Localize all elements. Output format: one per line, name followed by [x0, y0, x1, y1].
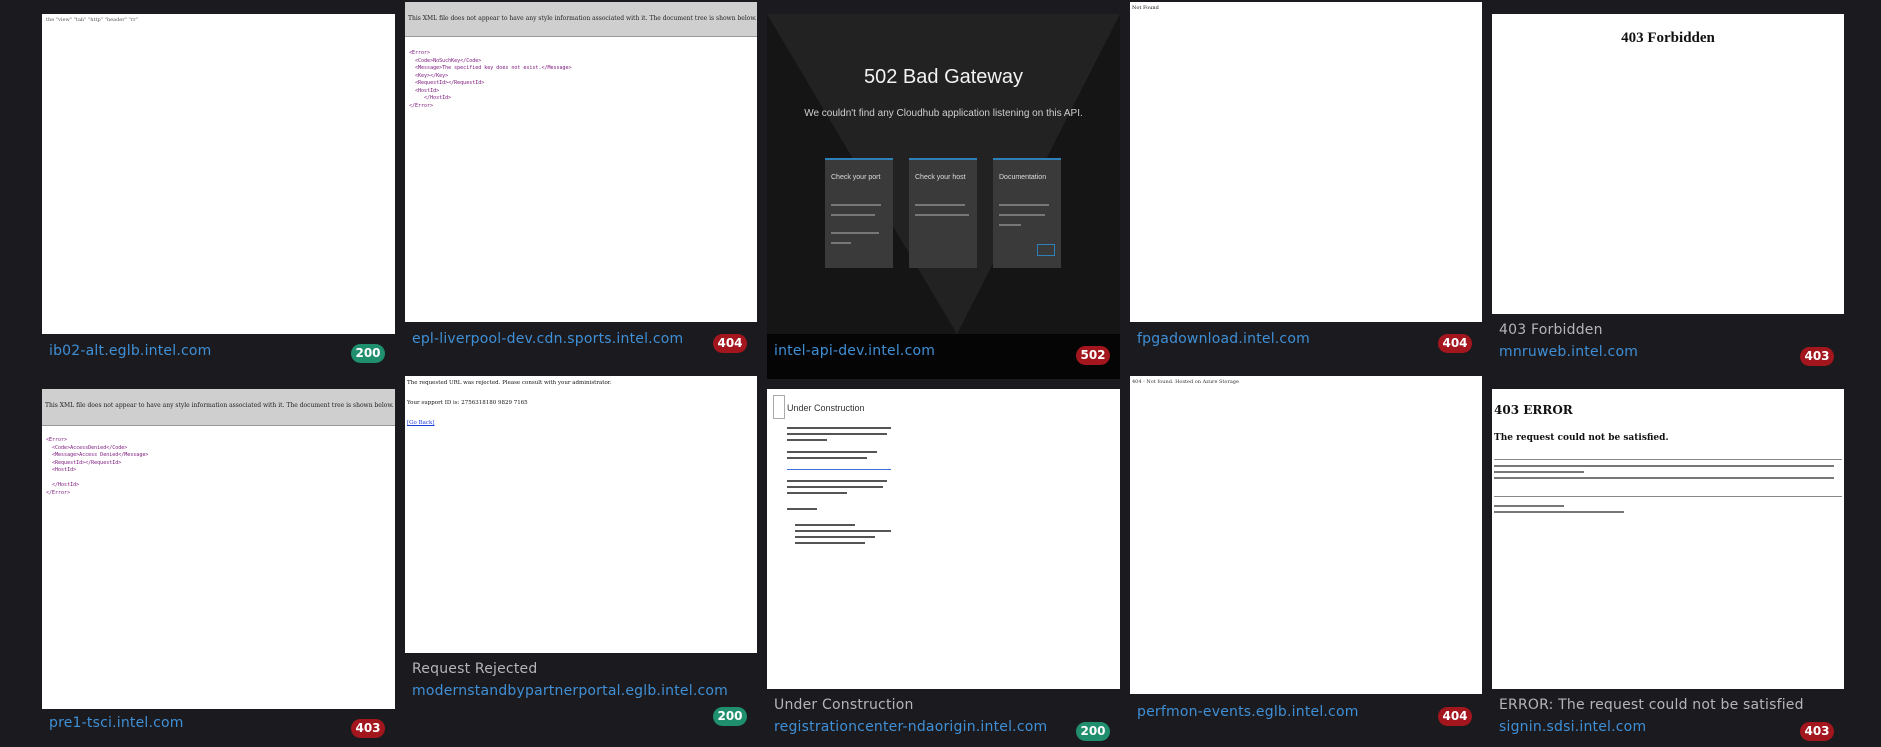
preview-lines — [787, 427, 891, 548]
status-badge: 404 — [1438, 707, 1472, 726]
preview-heading: Under Construction — [787, 403, 865, 413]
screenshot-thumbnail[interactable]: Under Construction — [767, 389, 1120, 689]
preview-text: the "view" "tab" "http" "header" "rr" — [46, 17, 138, 23]
screenshot-thumbnail[interactable]: 403 Forbidden — [1492, 14, 1844, 314]
result-card[interactable]: This XML file does not appear to have an… — [405, 2, 757, 357]
host-link[interactable]: perfmon-events.eglb.intel.com — [1137, 704, 1359, 720]
gateway-subtitle: We couldn't find any Cloudhub applicatio… — [804, 108, 1083, 119]
gateway-title: 502 Bad Gateway — [864, 66, 1023, 88]
info-box-title: Check your port — [831, 174, 881, 181]
page-title: ERROR: The request could not be satisfie… — [1499, 697, 1804, 713]
preview-text: This XML file does not appear to have an… — [408, 15, 757, 22]
preview-footer — [1494, 505, 1624, 513]
host-link[interactable]: ib02-alt.eglb.intel.com — [49, 343, 211, 359]
info-box-title: Documentation — [999, 174, 1047, 181]
status-badge: 502 — [1076, 346, 1110, 365]
screenshot-thumbnail[interactable]: 502 Bad Gateway We couldn't find any Clo… — [767, 14, 1120, 379]
preview-subtext: Your support ID is: 2756318180 9829 7165 — [407, 400, 528, 406]
status-badge: 404 — [713, 334, 747, 353]
screenshot-thumbnail[interactable]: This XML file does not appear to have an… — [405, 2, 757, 322]
go-button-icon — [1037, 244, 1055, 256]
screenshot-thumbnail[interactable]: This XML file does not appear to have an… — [42, 389, 395, 709]
result-card[interactable]: the "view" "tab" "http" "header" "rr" ib… — [42, 14, 395, 374]
screenshot-thumbnail[interactable]: Not Found — [1130, 2, 1482, 322]
host-link[interactable]: mnruweb.intel.com — [1499, 344, 1638, 360]
preview-rule — [1494, 496, 1842, 497]
result-card[interactable]: The requested URL was rejected. Please c… — [405, 376, 757, 736]
preview-lines — [1494, 465, 1834, 485]
result-card[interactable]: Not Found fpgadownload.intel.com 404 — [1130, 2, 1482, 357]
preview-text: This XML file does not appear to have an… — [45, 402, 394, 409]
screenshot-thumbnail[interactable]: 404 - Not found. Hosted on Azure Storage — [1130, 376, 1482, 694]
result-card[interactable]: 403 ERROR The request could not be satis… — [1492, 389, 1844, 747]
info-box-title: Check your host — [915, 174, 966, 181]
result-card[interactable]: 403 Forbidden 403 Forbidden mnruweb.inte… — [1492, 14, 1844, 374]
info-box: Check your host — [909, 158, 977, 268]
screenshot-thumbnail[interactable]: The requested URL was rejected. Please c… — [405, 376, 757, 653]
host-link[interactable]: signin.sdsi.intel.com — [1499, 719, 1646, 735]
info-box: Documentation — [993, 158, 1061, 268]
xml-info-bar: This XML file does not appear to have an… — [405, 2, 757, 37]
info-box: Check your port — [825, 158, 893, 268]
preview-heading: 403 ERROR — [1494, 403, 1573, 417]
go-back-link[interactable]: [Go Back] — [407, 420, 434, 427]
status-badge: 200 — [713, 707, 747, 726]
status-badge: 404 — [1438, 334, 1472, 353]
host-link[interactable]: pre1-tsci.intel.com — [49, 715, 184, 731]
preview-subheading: The request could not be satisfied. — [1494, 433, 1669, 443]
page-title: Request Rejected — [412, 661, 538, 677]
result-card[interactable]: Under Construction Under Construction re… — [767, 389, 1120, 747]
host-link[interactable]: epl-liverpool-dev.cdn.sports.intel.com — [412, 331, 683, 347]
status-badge: 200 — [351, 344, 385, 363]
preview-text: 404 - Not found. Hosted on Azure Storage — [1132, 379, 1239, 385]
logo-box-icon — [773, 395, 785, 419]
preview-text: Not Found — [1132, 5, 1159, 11]
preview-rule — [1494, 459, 1842, 460]
xml-tree: <Error> <Code>AccessDenied</Code> <Messa… — [46, 437, 149, 496]
status-badge: 200 — [1076, 722, 1110, 741]
page-title: 403 Forbidden — [1499, 322, 1603, 338]
result-card[interactable]: 502 Bad Gateway We couldn't find any Clo… — [767, 14, 1120, 379]
result-card[interactable]: 404 - Not found. Hosted on Azure Storage… — [1130, 376, 1482, 736]
screenshot-thumbnail[interactable]: 403 ERROR The request could not be satis… — [1492, 389, 1844, 689]
screenshot-thumbnail[interactable]: the "view" "tab" "http" "header" "rr" — [42, 14, 395, 334]
status-badge: 403 — [351, 719, 385, 738]
status-badge: 403 — [1800, 347, 1834, 366]
page-title: Under Construction — [774, 697, 914, 713]
result-card[interactable]: This XML file does not appear to have an… — [42, 389, 395, 747]
host-link[interactable]: modernstandbypartnerportal.eglb.intel.co… — [412, 683, 728, 699]
host-link[interactable]: intel-api-dev.intel.com — [774, 343, 935, 359]
preview-text: The requested URL was rejected. Please c… — [407, 380, 612, 386]
xml-info-bar: This XML file does not appear to have an… — [42, 389, 395, 426]
host-link[interactable]: registrationcenter-ndaorigin.intel.com — [774, 719, 1047, 735]
host-link[interactable]: fpgadownload.intel.com — [1137, 331, 1310, 347]
xml-tree: <Error> <Code>NoSuchKey</Code> <Message>… — [409, 50, 572, 109]
status-badge: 403 — [1800, 722, 1834, 741]
preview-heading: 403 Forbidden — [1621, 30, 1715, 46]
